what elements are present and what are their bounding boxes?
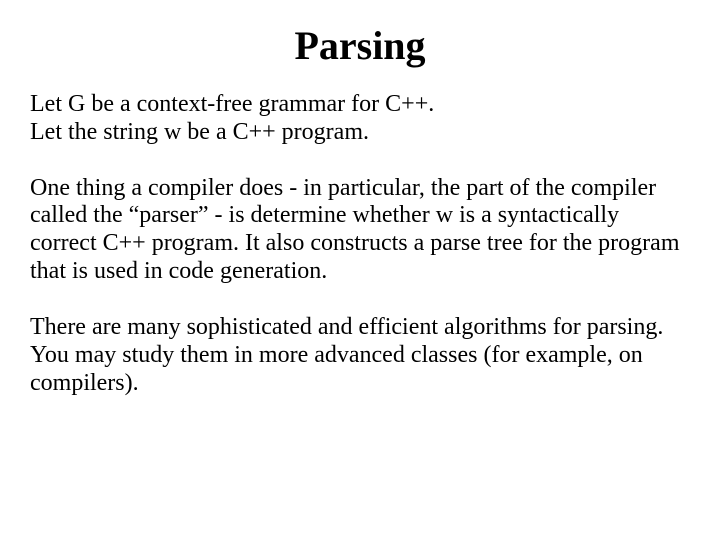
slide: Parsing Let G be a context-free grammar …: [0, 0, 720, 540]
paragraph-1-line-2: Let the string w be a C++ program.: [30, 119, 369, 145]
slide-body: Let G be a context-free grammar for C++.…: [30, 91, 690, 397]
paragraph-1: Let G be a context-free grammar for C++.…: [30, 91, 690, 147]
paragraph-2: One thing a compiler does - in particula…: [30, 175, 690, 286]
slide-title: Parsing: [30, 22, 690, 69]
paragraph-1-line-1: Let G be a context-free grammar for C++.: [30, 91, 434, 117]
paragraph-3: There are many sophisticated and efficie…: [30, 314, 690, 397]
